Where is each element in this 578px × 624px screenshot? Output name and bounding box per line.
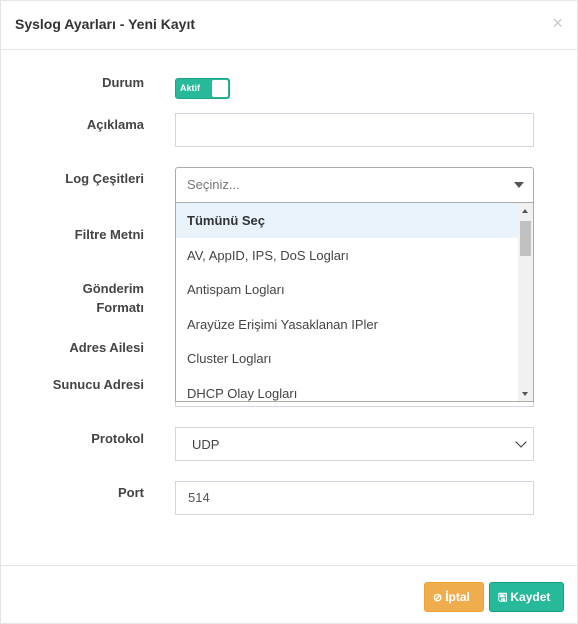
save-button-label: Kaydet	[510, 590, 551, 604]
toggle-knob	[212, 80, 228, 97]
address-family-label: Adres Ailesi	[69, 340, 144, 355]
send-format-label-line1: Gönderim	[82, 281, 144, 296]
save-button[interactable]: 🖫 Kaydet	[489, 582, 564, 612]
log-types-dropdown: Tümünü Seç AV, AppID, IPS, DoS Logları A…	[175, 203, 534, 402]
modal-header: Syslog Ayarları - Yeni Kayıt ×	[1, 1, 577, 50]
filter-text-label: Filtre Metni	[74, 227, 144, 242]
description-label: Açıklama	[86, 117, 144, 132]
protocol-value: UDP	[192, 437, 220, 452]
scroll-up-icon[interactable]	[522, 209, 528, 213]
port-label: Port	[118, 485, 144, 500]
ban-icon: ⊘	[433, 592, 443, 604]
protocol-label: Protokol	[91, 431, 144, 446]
syslog-settings-modal: Syslog Ayarları - Yeni Kayıt × Durum Akt…	[0, 0, 578, 624]
cancel-button-label: İptal	[445, 590, 470, 604]
log-types-label: Log Çeşitleri	[65, 171, 144, 186]
status-toggle[interactable]: Aktif	[175, 78, 230, 99]
scrollbar-thumb[interactable]	[520, 221, 531, 256]
close-icon[interactable]: ×	[552, 14, 563, 32]
dropdown-option[interactable]: Antispam Logları	[176, 272, 518, 307]
caret-down-icon	[514, 182, 524, 188]
dropdown-option[interactable]: Arayüze Erişimi Yasaklanan IPler	[176, 307, 518, 342]
send-format-label-line2: Formatı	[96, 300, 144, 315]
protocol-select[interactable]: UDP	[175, 427, 534, 461]
dropdown-option-select-all[interactable]: Tümünü Seç	[176, 203, 518, 238]
log-types-select[interactable]: Seçiniz...	[175, 167, 534, 203]
log-types-placeholder: Seçiniz...	[187, 177, 240, 192]
port-input[interactable]: 514	[175, 481, 534, 515]
status-toggle-text: Aktif	[180, 83, 200, 93]
cancel-button[interactable]: ⊘ İptal	[424, 582, 484, 612]
description-input[interactable]	[175, 113, 534, 147]
dropdown-scrollbar[interactable]	[518, 203, 533, 401]
modal-footer: ⊘ İptal 🖫 Kaydet	[1, 565, 577, 623]
status-label: Durum	[102, 75, 144, 90]
dropdown-option[interactable]: DHCP Olay Logları	[176, 376, 518, 401]
floppy-disk-icon: 🖫	[498, 592, 508, 604]
scroll-down-icon[interactable]	[522, 392, 528, 396]
dropdown-option[interactable]: AV, AppID, IPS, DoS Logları	[176, 238, 518, 273]
dropdown-option[interactable]: Cluster Logları	[176, 341, 518, 376]
chevron-down-icon	[515, 436, 527, 448]
server-address-label: Sunucu Adresi	[52, 377, 144, 392]
modal-title: Syslog Ayarları - Yeni Kayıt	[15, 16, 196, 32]
